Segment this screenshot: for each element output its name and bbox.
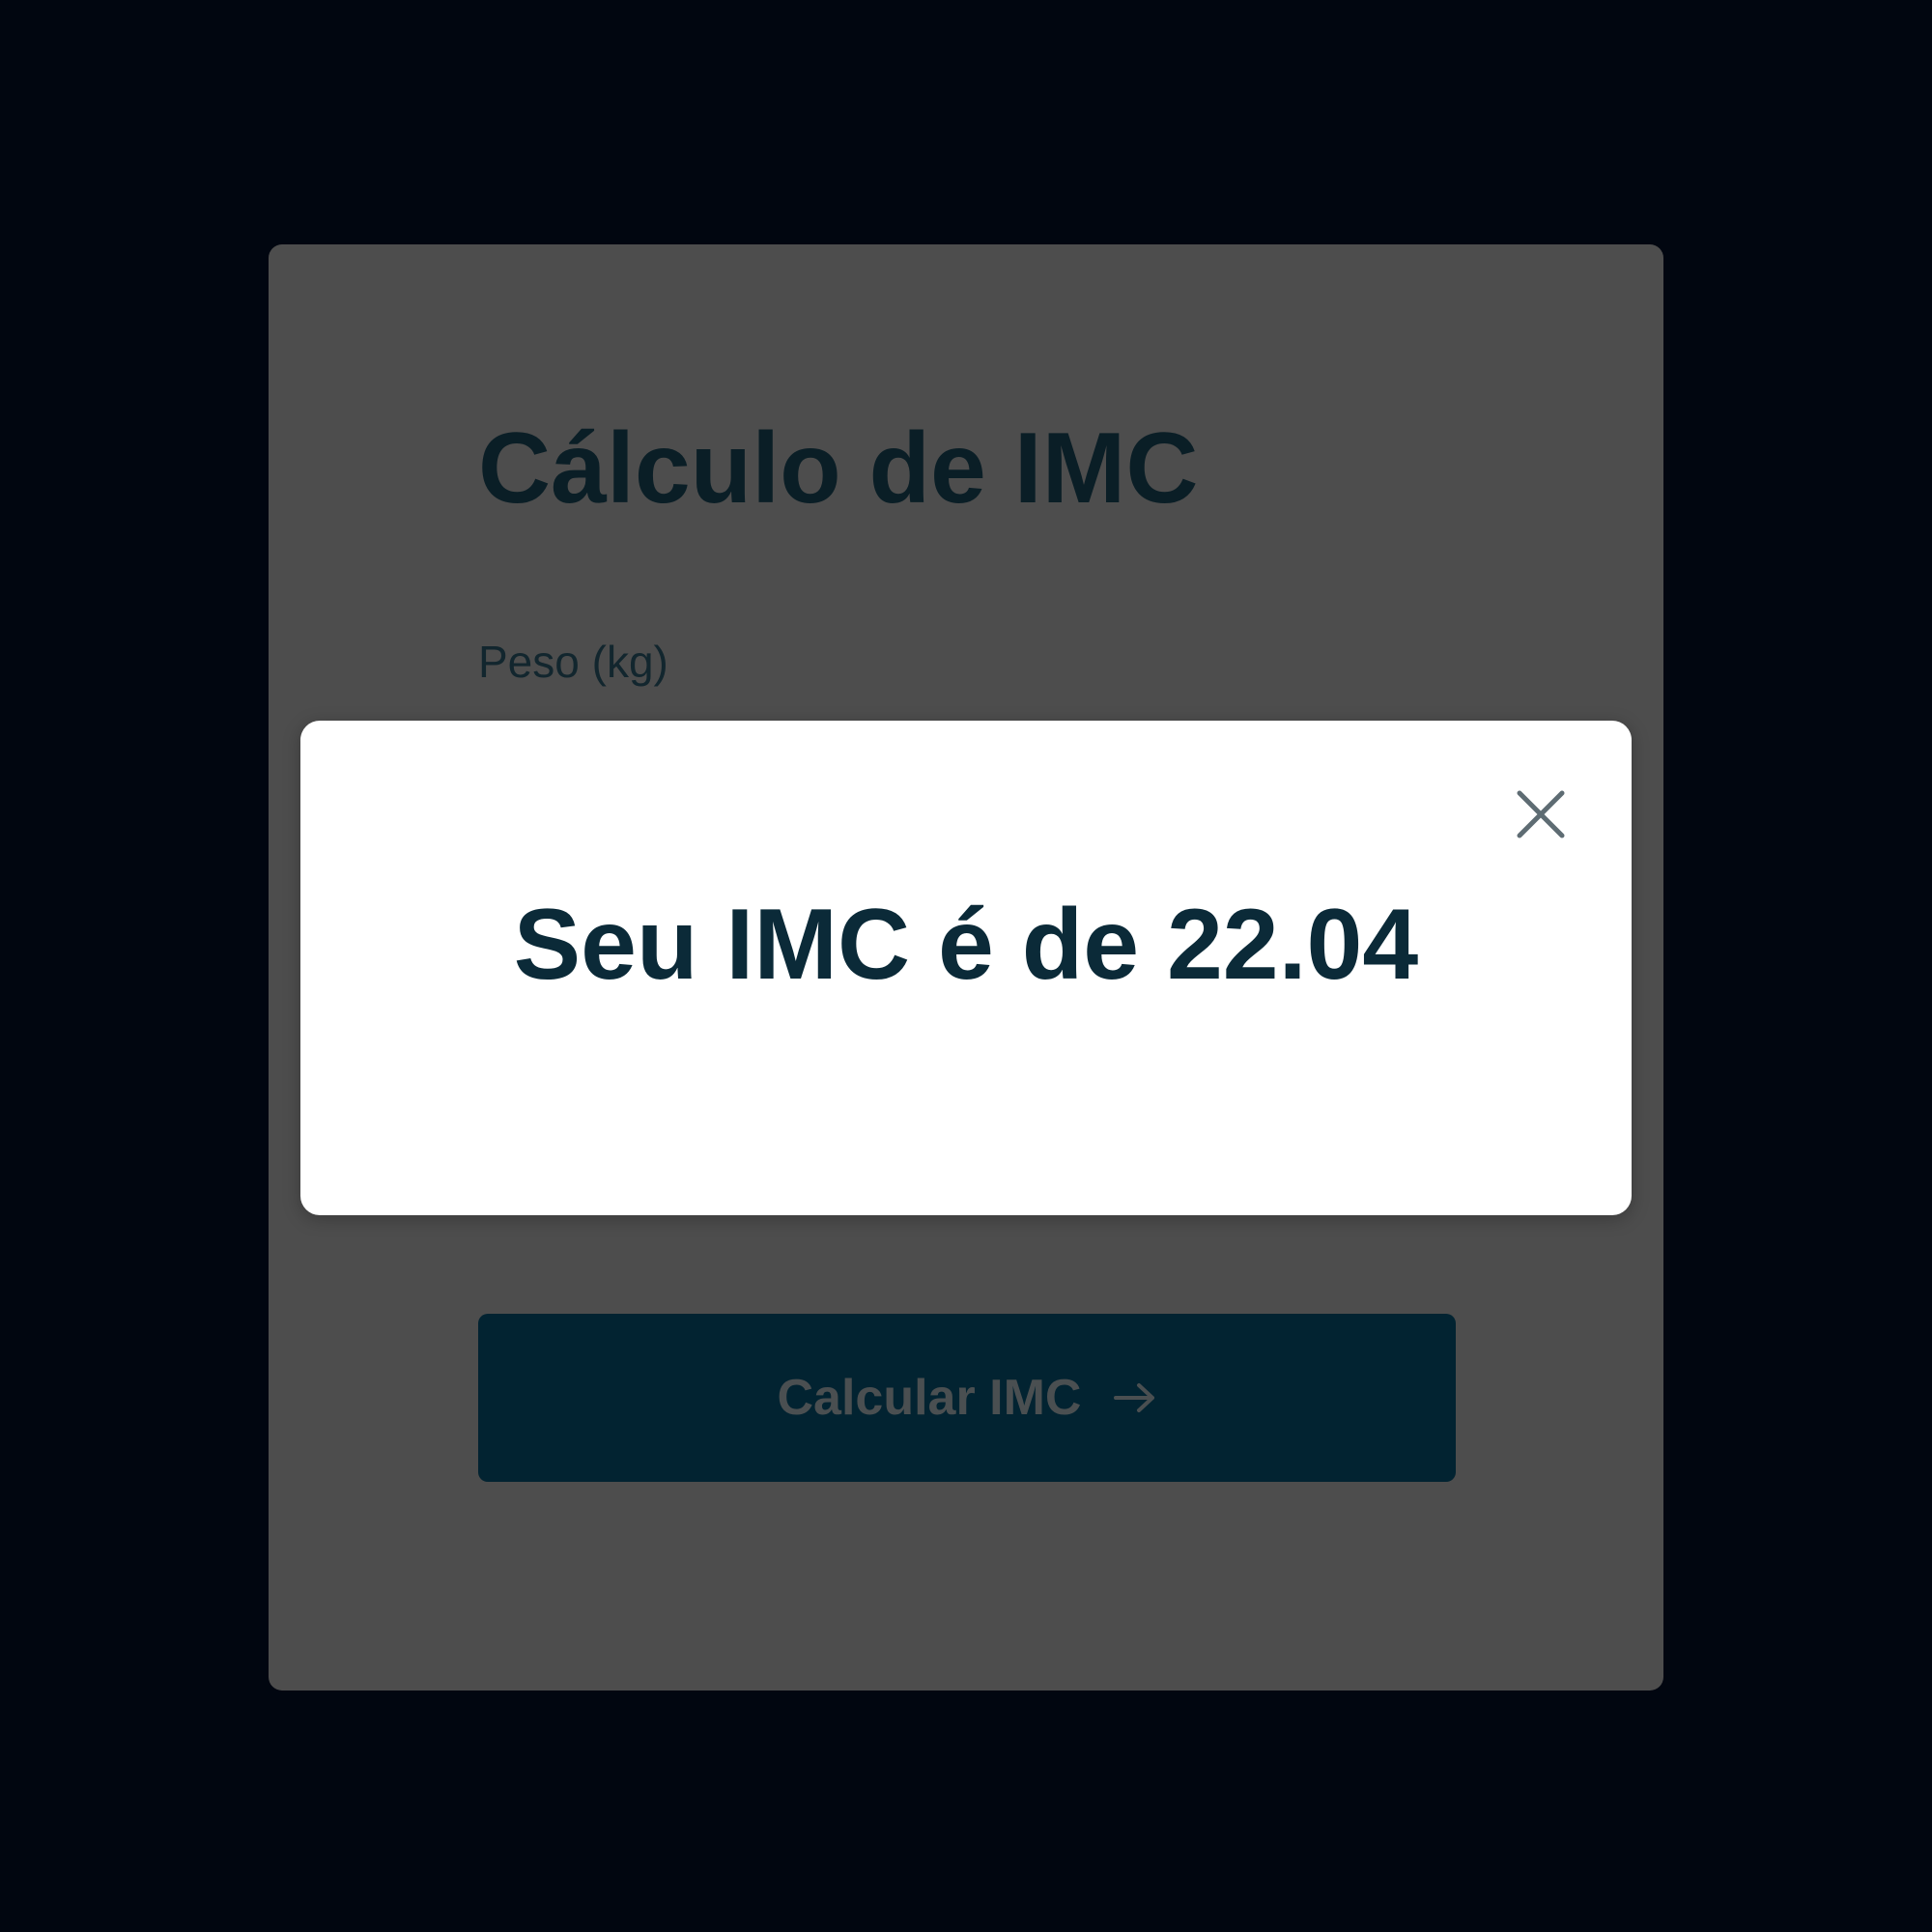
weight-label: Peso (kg) bbox=[478, 637, 668, 687]
result-modal: Seu IMC é de 22.04 bbox=[300, 721, 1632, 1215]
close-icon[interactable] bbox=[1503, 777, 1578, 852]
bmi-result-text: Seu IMC é de 22.04 bbox=[513, 889, 1419, 1001]
calculate-bmi-button[interactable]: Calcular IMC bbox=[478, 1314, 1456, 1482]
page-title: Cálculo de IMC bbox=[478, 412, 1199, 525]
calculate-button-label: Calcular IMC bbox=[777, 1370, 1082, 1426]
arrow-right-icon bbox=[1114, 1381, 1156, 1414]
